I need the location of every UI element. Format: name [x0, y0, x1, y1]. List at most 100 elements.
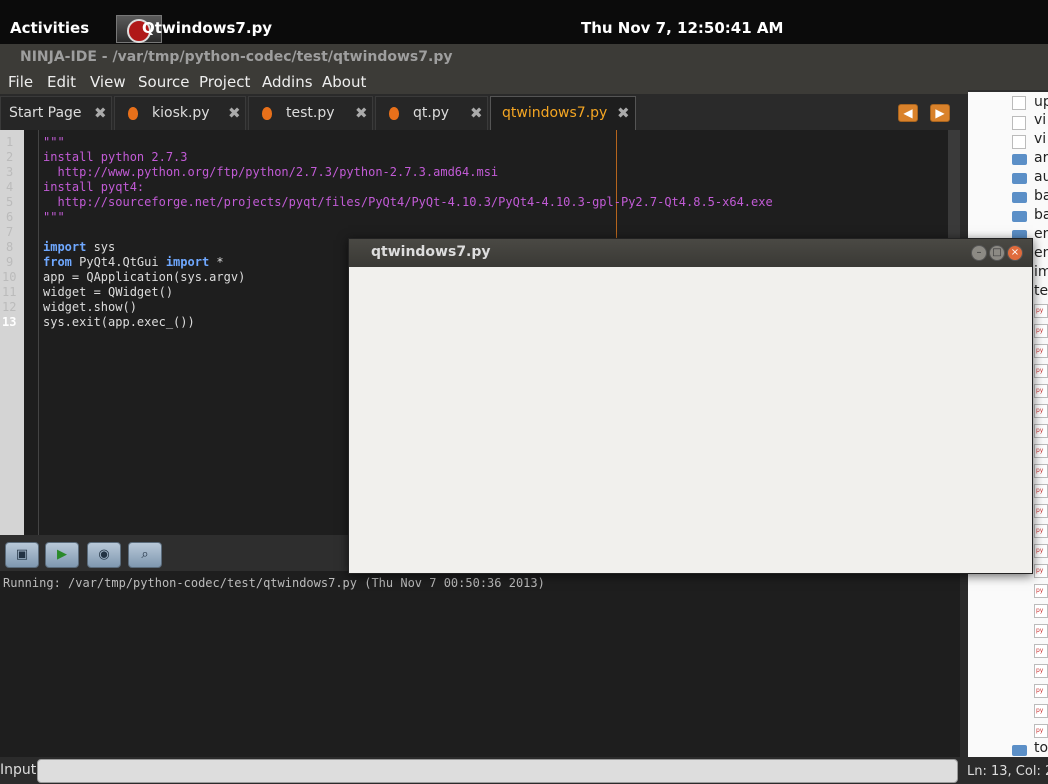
line-number: 10: [2, 270, 17, 284]
code-line: from PyQt4.QtGui import *: [43, 255, 224, 269]
python-file-icon: [1034, 444, 1048, 458]
code-line: http://www.python.org/ftp/python/2.7.3/p…: [43, 165, 499, 179]
code-line: widget = QWidget(): [43, 285, 174, 299]
code-line: install python 2.7.3: [43, 150, 188, 164]
folder-icon: [1012, 173, 1027, 184]
console-input[interactable]: [37, 759, 958, 783]
app-menu-title[interactable]: Qtwindows7.py: [142, 19, 272, 37]
python-file-icon: [1034, 304, 1048, 318]
menu-about[interactable]: About: [322, 73, 366, 91]
tab-qt-py[interactable]: qt.py ✖: [375, 96, 488, 130]
menu-project[interactable]: Project: [199, 73, 250, 91]
line-number: 9: [6, 255, 14, 269]
tree-item[interactable]: up: [1034, 94, 1048, 114]
close-icon[interactable]: ✖: [355, 97, 368, 129]
tree-item[interactable]: im: [1034, 264, 1048, 284]
python-file-icon: [1034, 544, 1048, 558]
tree-item[interactable]: vi: [1034, 131, 1048, 151]
search-icon[interactable]: ⌕: [128, 542, 162, 568]
line-number: 3: [6, 165, 14, 179]
tab-kiosk-py[interactable]: kiosk.py ✖: [114, 96, 246, 130]
line-number: 2: [6, 150, 14, 164]
folder-icon: [1012, 745, 1027, 756]
close-icon[interactable]: ×: [1007, 245, 1023, 261]
system-top-bar: Activities Qtwindows7.py Thu Nov 7, 12:5…: [0, 0, 1048, 44]
tab-qtwindows7-py[interactable]: qtwindows7.py ✖: [490, 96, 636, 130]
code-line: sys.exit(app.exec_()): [43, 315, 195, 329]
tree-item[interactable]: ba: [1034, 207, 1048, 227]
qt-window-title: qtwindows7.py: [371, 244, 491, 260]
activities-button[interactable]: Activities: [10, 19, 89, 37]
tree-item[interactable]: ar: [1034, 150, 1048, 170]
code-line: widget.show(): [43, 300, 137, 314]
run-icon[interactable]: ▶: [45, 542, 79, 568]
line-number: 1: [6, 135, 14, 149]
file-icon: [1012, 96, 1026, 110]
folder-icon: [1012, 154, 1027, 165]
margin-line: [616, 130, 617, 240]
code-line: install pyqt4:: [43, 180, 145, 194]
tree-item[interactable]: vi: [1034, 112, 1048, 132]
close-icon[interactable]: ✖: [470, 97, 483, 129]
python-file-icon: [389, 107, 399, 120]
code-line: app = QApplication(sys.argv): [43, 270, 246, 284]
previous-tab-arrow-icon[interactable]: ◀: [898, 104, 918, 122]
python-file-icon: [128, 107, 138, 120]
python-file-icon: [1034, 624, 1048, 638]
tree-item[interactable]: en: [1034, 245, 1048, 265]
editor-tab-bar: Start Page ✖ kiosk.py ✖ test.py ✖ qt.py …: [0, 94, 968, 130]
tab-start-page[interactable]: Start Page ✖: [0, 96, 112, 130]
python-file-icon: [1034, 484, 1048, 498]
python-file-icon: [1034, 704, 1048, 718]
close-icon[interactable]: ✖: [94, 97, 107, 129]
console-icon[interactable]: ▣: [5, 542, 39, 568]
qt-window-titlebar[interactable]: qtwindows7.py – □ ×: [349, 239, 1032, 267]
menu-source[interactable]: Source: [138, 73, 190, 91]
folder-icon: [1012, 192, 1027, 203]
folder-icon: [1012, 211, 1027, 222]
python-file-icon: [1034, 404, 1048, 418]
python-file-icon: [1034, 664, 1048, 678]
python-file-icon: [1034, 344, 1048, 358]
line-number: 8: [6, 240, 14, 254]
maximize-icon[interactable]: □: [989, 245, 1005, 261]
line-number: 11: [2, 285, 17, 299]
cursor-position: Ln: 13, Col: 2: [967, 764, 1048, 779]
menu-file[interactable]: File: [8, 73, 33, 91]
output-console[interactable]: Running: /var/tmp/python-codec/test/qtwi…: [0, 571, 960, 757]
tab-test-py[interactable]: test.py ✖: [248, 96, 373, 130]
code-line: import sys: [43, 240, 116, 254]
tree-item[interactable]: au: [1034, 169, 1048, 189]
tree-item[interactable]: ba: [1034, 188, 1048, 208]
python-file-icon: [1012, 116, 1026, 130]
python-file-icon: [262, 107, 272, 120]
window-title: NINJA-IDE - /var/tmp/python-codec/test/q…: [0, 44, 1048, 70]
menu-edit[interactable]: Edit: [47, 73, 76, 91]
qt-window[interactable]: qtwindows7.py – □ ×: [348, 238, 1033, 574]
clock[interactable]: Thu Nov 7, 12:50:41 AM: [581, 19, 783, 37]
close-icon[interactable]: ✖: [228, 97, 241, 129]
line-number: 12: [2, 300, 17, 314]
tree-item[interactable]: te: [1034, 283, 1048, 303]
python-file-icon: [1034, 644, 1048, 658]
tab-label: kiosk.py: [152, 105, 210, 121]
python-file-icon: [1034, 684, 1048, 698]
code-line: http://sourceforge.net/projects/pyqt/fil…: [43, 195, 773, 209]
close-icon[interactable]: ✖: [617, 97, 630, 129]
python-file-icon: [1034, 604, 1048, 618]
input-label: Input:: [0, 762, 41, 778]
tree-item[interactable]: en: [1034, 226, 1048, 246]
menu-view[interactable]: View: [90, 73, 126, 91]
python-file-icon: [1034, 524, 1048, 538]
python-file-icon: [1034, 364, 1048, 378]
stop-icon[interactable]: ◉: [87, 542, 121, 568]
line-number: 6: [6, 210, 14, 224]
minimize-icon[interactable]: –: [971, 245, 987, 261]
code-line: """: [43, 135, 65, 149]
next-tab-arrow-icon[interactable]: ▶: [930, 104, 950, 122]
line-number: 4: [6, 180, 14, 194]
tab-label: qt.py: [413, 105, 449, 121]
python-file-icon: [1034, 464, 1048, 478]
python-file-icon: [1034, 324, 1048, 338]
menu-addins[interactable]: Addins: [262, 73, 313, 91]
